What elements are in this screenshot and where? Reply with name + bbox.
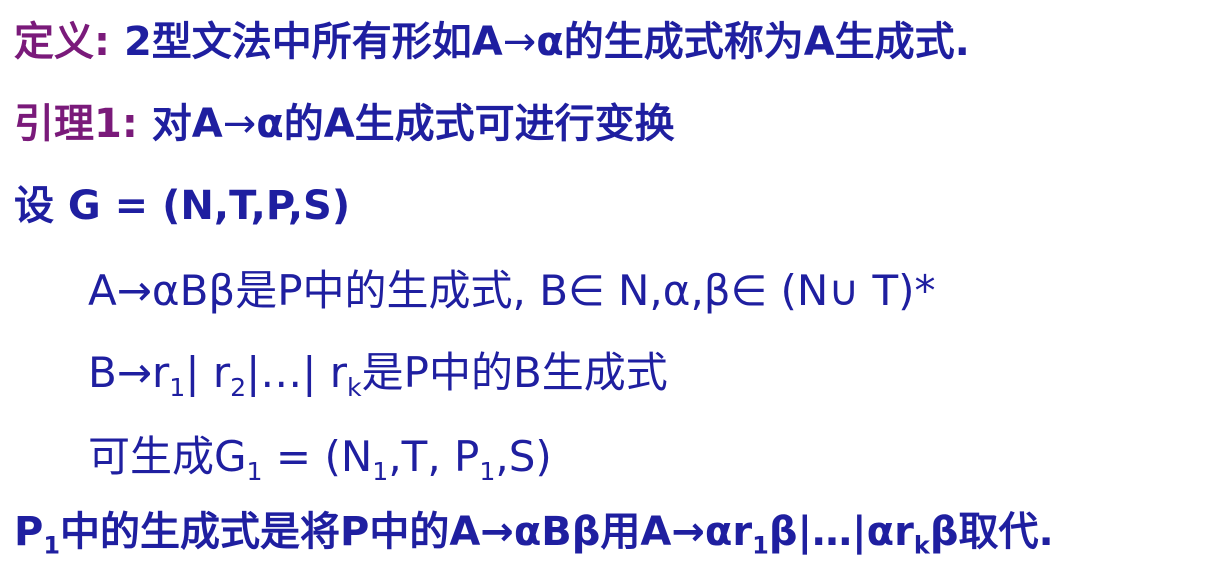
rule-c-sub-1: 1 <box>246 456 263 486</box>
lemma-line: 引理1: 对A→α的A生成式可进行变换 <box>14 104 675 144</box>
rule-b-line: B→r1| r2|…| rk是P中的B生成式 <box>88 352 668 400</box>
lemma-text-b: α的A生成式可进行变换 <box>256 101 675 147</box>
rule-b-sub-2: 2 <box>230 372 247 402</box>
rule-b-part-1: B→r <box>88 348 170 397</box>
conclusion-part-4: β取代. <box>929 509 1054 555</box>
rule-b-part-4: 是P中的B生成式 <box>361 348 668 397</box>
rule-c-line: 可生成G1 = (N1,T, P1,S) <box>88 436 552 484</box>
conclusion-sub-1: 1 <box>43 531 61 560</box>
rule-a-line: A→αBβ是P中的生成式, B∈ N,α,β∈ (N∪ T)* <box>88 270 936 312</box>
rule-c-part-2: = (N <box>262 432 373 481</box>
definition-arrow: → <box>502 19 537 65</box>
rule-b-part-2: | r <box>185 348 231 397</box>
setup-text: 设 G = (N,T,P,S) <box>14 183 351 229</box>
rule-b-sub-3: k <box>347 372 362 402</box>
rule-c-sub-3: 1 <box>479 456 496 486</box>
rule-c-part-4: ,S) <box>495 432 552 481</box>
conclusion-sub-3: k <box>913 531 930 560</box>
conclusion-part-1: P <box>14 509 44 555</box>
definition-label: 定义: <box>14 19 110 65</box>
rule-c-part-3: ,T, P <box>388 432 480 481</box>
rule-c-part-1: 可生成G <box>88 432 247 481</box>
conclusion-part-3: β|…|αr <box>768 509 914 555</box>
lemma-label: 引理1: <box>14 101 138 147</box>
definition-text-b: α的生成式称为A生成式. <box>536 19 970 65</box>
rule-a-text: A→αBβ是P中的生成式, B∈ N,α,β∈ (N∪ T)* <box>88 266 936 315</box>
setup-line: 设 G = (N,T,P,S) <box>14 186 350 226</box>
rule-c-sub-2: 1 <box>372 456 389 486</box>
definition-line: 定义: 2型文法中所有形如A→α的生成式称为A生成式. <box>14 22 970 62</box>
conclusion-part-2: 中的生成式是将P中的A→αBβ用A→αr <box>60 509 753 555</box>
rule-b-sub-1: 1 <box>169 372 186 402</box>
conclusion-line: P1中的生成式是将P中的A→αBβ用A→αr1β|…|αrkβ取代. <box>14 509 1054 557</box>
definition-text-a: 2型文法中所有形如A <box>123 19 503 65</box>
lemma-arrow: → <box>222 101 257 147</box>
slide: 定义: 2型文法中所有形如A→α的生成式称为A生成式. 引理1: 对A→α的A生… <box>0 0 1232 576</box>
conclusion-sub-2: 1 <box>752 531 769 560</box>
lemma-text-a: 对A <box>151 101 223 147</box>
rule-b-part-3: |…| r <box>246 348 348 397</box>
